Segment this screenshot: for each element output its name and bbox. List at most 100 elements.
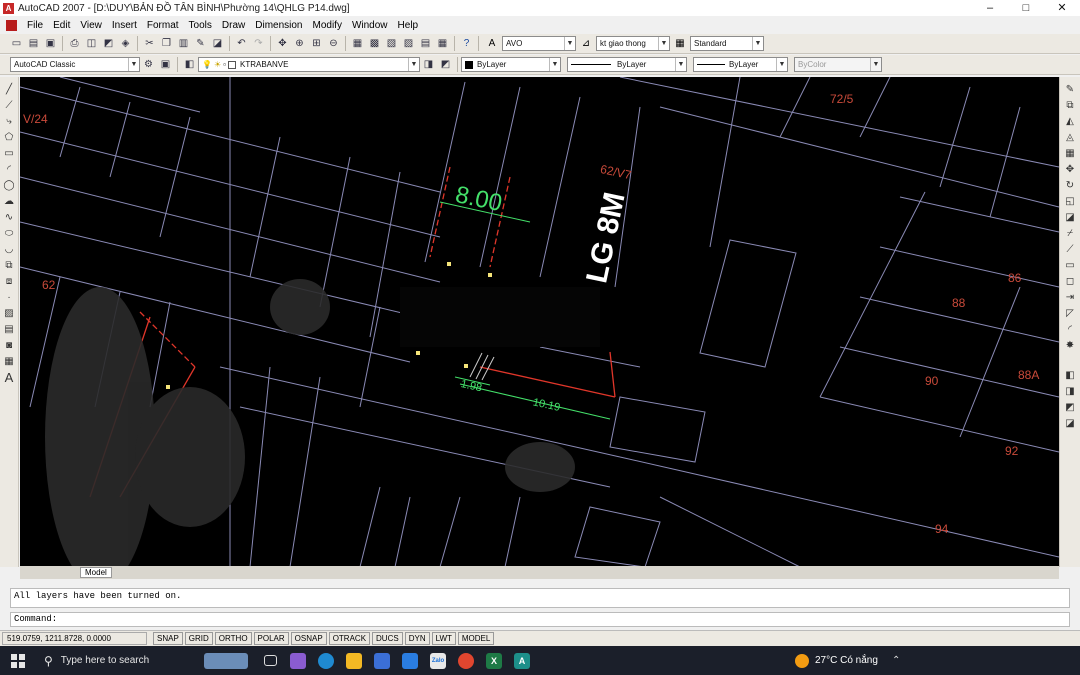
menu-insert[interactable]: Insert xyxy=(107,20,142,31)
make-current-icon[interactable]: ◨ xyxy=(421,57,436,72)
menu-tools[interactable]: Tools xyxy=(184,20,217,31)
paste-icon[interactable]: ▥ xyxy=(176,36,191,51)
plotstyle-select[interactable]: ByColor ▼ xyxy=(794,57,882,72)
menu-window[interactable]: Window xyxy=(347,20,393,31)
bring-front-icon[interactable]: ◨ xyxy=(1063,384,1078,400)
start-button[interactable] xyxy=(0,646,36,675)
offset-icon[interactable]: ◬ xyxy=(1063,130,1078,146)
insert-block-icon[interactable]: ⧉ xyxy=(2,258,17,274)
text-style-select[interactable]: AVO ▼ xyxy=(502,36,576,51)
circle-icon[interactable]: ◯ xyxy=(2,178,17,194)
copilot-icon[interactable] xyxy=(284,646,312,675)
menu-edit[interactable]: Edit xyxy=(48,20,75,31)
taskbar-search[interactable]: ⚲ Type here to search xyxy=(36,646,196,675)
task-view-icon[interactable] xyxy=(256,646,284,675)
text-front-icon[interactable]: ◪ xyxy=(1063,416,1078,432)
tool-palettes-icon[interactable]: ▧ xyxy=(384,36,399,51)
move-icon[interactable]: ✥ xyxy=(1063,162,1078,178)
command-input[interactable]: Command: xyxy=(10,612,1070,627)
fillet-icon[interactable]: ◜ xyxy=(1063,322,1078,338)
copy-object-icon[interactable]: ⧉ xyxy=(1063,98,1078,114)
mtext-icon[interactable]: A xyxy=(2,370,17,386)
mail-icon[interactable] xyxy=(396,646,424,675)
rotate-icon[interactable]: ↻ xyxy=(1063,178,1078,194)
maximize-button[interactable]: □ xyxy=(1008,0,1044,16)
extend-icon[interactable]: ⟋ xyxy=(1063,242,1078,258)
sheet-set-icon[interactable]: ▨ xyxy=(401,36,416,51)
chrome-icon[interactable] xyxy=(452,646,480,675)
break-at-point-icon[interactable]: ▭ xyxy=(1063,258,1078,274)
point-icon[interactable]: · xyxy=(2,290,17,306)
markup-icon[interactable]: ▤ xyxy=(418,36,433,51)
zoom-window-icon[interactable]: ⊞ xyxy=(309,36,324,51)
dyn-toggle[interactable]: DYN xyxy=(404,632,430,645)
menu-help[interactable]: Help xyxy=(393,20,424,31)
layer-select[interactable]: 💡 ☀ ▫ KTRABANVE ▼ xyxy=(198,57,420,72)
draw-order-icon[interactable]: ◧ xyxy=(1063,368,1078,384)
tray-chevron-icon[interactable]: ⌃ xyxy=(892,655,900,666)
lineweight-select[interactable]: ByLayer ▼ xyxy=(693,57,788,72)
menu-file[interactable]: File xyxy=(22,20,48,31)
store-icon[interactable] xyxy=(368,646,396,675)
drawing-canvas[interactable]: 8.00 LG 8M 1.98 10.19 V/24 62/V7 72/5 86… xyxy=(20,77,1059,567)
send-back-icon[interactable]: ◩ xyxy=(1063,400,1078,416)
grid-toggle[interactable]: GRID xyxy=(184,632,213,645)
construction-line-icon[interactable]: ⟋ xyxy=(2,98,17,114)
weather-widget[interactable]: 27°C Có nắng ⌃ xyxy=(795,646,900,675)
menu-view[interactable]: View xyxy=(75,20,107,31)
linetype-select[interactable]: ByLayer ▼ xyxy=(567,57,687,72)
erase-icon[interactable]: ✎ xyxy=(1063,82,1078,98)
polygon-icon[interactable]: ⬠ xyxy=(2,130,17,146)
workspace-save-icon[interactable]: ▣ xyxy=(158,57,173,72)
autocad-task-icon[interactable]: A xyxy=(508,646,536,675)
zoom-realtime-icon[interactable]: ⊕ xyxy=(292,36,307,51)
pan-icon[interactable]: ✥ xyxy=(275,36,290,51)
ortho-toggle[interactable]: ORTHO xyxy=(214,632,252,645)
lwt-toggle[interactable]: LWT xyxy=(431,632,456,645)
document-icon[interactable] xyxy=(6,19,17,31)
chamfer-icon[interactable]: ◸ xyxy=(1063,306,1078,322)
preview-icon[interactable]: ◫ xyxy=(84,36,99,51)
close-button[interactable]: ✕ xyxy=(1044,0,1080,16)
table-icon[interactable]: ▦ xyxy=(2,354,17,370)
arc-icon[interactable]: ◜ xyxy=(2,162,17,178)
region-icon[interactable]: ◙ xyxy=(2,338,17,354)
edge-icon[interactable] xyxy=(312,646,340,675)
join-icon[interactable]: ⇥ xyxy=(1063,290,1078,306)
coordinate-display[interactable]: 519.0759, 1211.8728, 0.0000 xyxy=(2,632,147,645)
revcloud-icon[interactable]: ☁ xyxy=(2,194,17,210)
dim-style-select[interactable]: kt giao thong ▼ xyxy=(596,36,670,51)
publish-icon[interactable]: ◩ xyxy=(101,36,116,51)
workspace-settings-icon[interactable]: ⚙ xyxy=(141,57,156,72)
properties-icon[interactable]: ▦ xyxy=(350,36,365,51)
menu-modify[interactable]: Modify xyxy=(308,20,347,31)
ellipse-arc-icon[interactable]: ◡ xyxy=(2,242,17,258)
otrack-toggle[interactable]: OTRACK xyxy=(328,632,371,645)
save-icon[interactable]: ▣ xyxy=(43,36,58,51)
calculator-icon[interactable]: ▦ xyxy=(435,36,450,51)
model-toggle[interactable]: MODEL xyxy=(457,632,495,645)
copy-icon[interactable]: ❐ xyxy=(159,36,174,51)
cut-icon[interactable]: ✂ xyxy=(142,36,157,51)
menu-format[interactable]: Format xyxy=(142,20,184,31)
workspace-select[interactable]: AutoCAD Classic ▼ xyxy=(10,57,140,72)
excel-icon[interactable]: X xyxy=(480,646,508,675)
table-style-select[interactable]: Standard ▼ xyxy=(690,36,764,51)
ducs-toggle[interactable]: DUCS xyxy=(372,632,403,645)
search-highlight-icon[interactable] xyxy=(196,646,256,675)
make-block-icon[interactable]: ⧈ xyxy=(2,274,17,290)
undo-icon[interactable]: ↶ xyxy=(234,36,249,51)
redo-icon[interactable]: ↷ xyxy=(251,36,266,51)
array-icon[interactable]: ▦ xyxy=(1063,146,1078,162)
break-icon[interactable]: ◻ xyxy=(1063,274,1078,290)
design-center-icon[interactable]: ▩ xyxy=(367,36,382,51)
block-editor-icon[interactable]: ◪ xyxy=(210,36,225,51)
color-select[interactable]: ByLayer ▼ xyxy=(461,57,561,72)
stretch-icon[interactable]: ◪ xyxy=(1063,210,1078,226)
file-explorer-icon[interactable] xyxy=(340,646,368,675)
zalo-icon[interactable]: Zalo xyxy=(424,646,452,675)
layer-manager-icon[interactable]: ◧ xyxy=(182,57,197,72)
scale-icon[interactable]: ◱ xyxy=(1063,194,1078,210)
line-icon[interactable]: ╱ xyxy=(2,82,17,98)
rectangle-icon[interactable]: ▭ xyxy=(2,146,17,162)
